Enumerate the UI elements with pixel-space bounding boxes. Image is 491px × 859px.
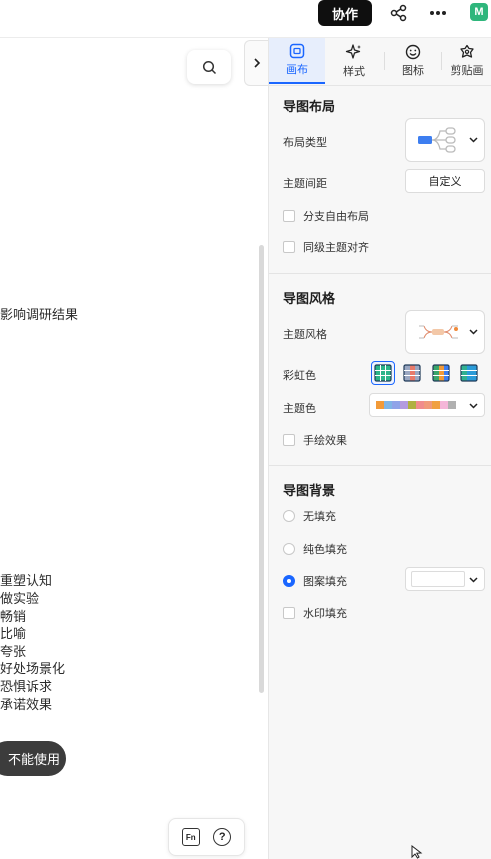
theme-color-swatch bbox=[424, 401, 432, 409]
mindmap-node[interactable]: 夸张 bbox=[0, 643, 26, 660]
pattern-preview bbox=[411, 571, 465, 587]
tab-label: 图标 bbox=[402, 65, 424, 77]
mindmap-node[interactable]: 畅销 bbox=[0, 608, 26, 625]
style-section-title: 导图风格 bbox=[283, 291, 336, 306]
mindmap-canvas[interactable]: 影响调研结果 重塑认知 做实验 畅销 比喻 夸张 好处场景化 恐惧诉求 承诺效果… bbox=[0, 38, 268, 859]
checkbox[interactable] bbox=[283, 210, 295, 222]
sibling-align-option[interactable]: 同级主题对齐 bbox=[283, 239, 369, 255]
theme-color-select[interactable] bbox=[369, 393, 485, 417]
mindmap-layout-preview bbox=[418, 127, 456, 153]
hand-drawn-option[interactable]: 手绘效果 bbox=[283, 432, 347, 448]
option-label: 手绘效果 bbox=[303, 435, 347, 447]
chevron-right-icon bbox=[253, 58, 260, 68]
theme-color-swatch bbox=[432, 401, 440, 409]
chevron-down-icon bbox=[469, 577, 478, 583]
mindmap-node[interactable]: 做实验 bbox=[0, 590, 39, 607]
option-label: 无填充 bbox=[303, 511, 336, 523]
topic-spacing-label: 主题间距 bbox=[283, 178, 327, 190]
layout-section-title: 导图布局 bbox=[283, 99, 336, 114]
layout-type-label: 布局类型 bbox=[283, 137, 327, 149]
theme-style-select[interactable] bbox=[405, 310, 485, 354]
pattern-fill-select[interactable] bbox=[405, 567, 485, 591]
pattern-fill-option[interactable]: 图案填充 bbox=[283, 573, 347, 589]
tab-style[interactable]: 样式 bbox=[326, 38, 382, 84]
smile-icon bbox=[405, 44, 421, 60]
theme-color-swatch bbox=[400, 401, 408, 409]
share-nodes-icon[interactable] bbox=[388, 3, 410, 23]
rainbow-option-3[interactable] bbox=[429, 361, 453, 385]
rainbow-option-2[interactable] bbox=[400, 361, 424, 385]
clipart-icon bbox=[460, 44, 474, 58]
chevron-down-icon bbox=[469, 403, 478, 409]
theme-color-label: 主题色 bbox=[283, 403, 316, 415]
theme-color-swatch bbox=[416, 401, 424, 409]
collaborate-button[interactable]: 协作 bbox=[318, 0, 372, 26]
option-label: 同级主题对齐 bbox=[303, 242, 369, 254]
top-bar: 协作 M bbox=[0, 0, 491, 38]
radio[interactable] bbox=[283, 543, 295, 555]
radio[interactable] bbox=[283, 510, 295, 522]
tab-label: 画布 bbox=[286, 64, 308, 76]
search-button[interactable] bbox=[187, 50, 231, 84]
section-divider bbox=[269, 273, 491, 274]
theme-color-swatch bbox=[408, 401, 416, 409]
mindmap-node[interactable]: 比喻 bbox=[0, 625, 26, 642]
bottom-toolbar: Fn ? bbox=[168, 818, 245, 856]
mindmap-node[interactable]: 重塑认知 bbox=[0, 572, 52, 589]
theme-style-label: 主题风格 bbox=[283, 329, 327, 341]
function-key-icon[interactable]: Fn bbox=[181, 828, 200, 846]
tab-icon[interactable]: 图标 bbox=[385, 38, 441, 84]
more-dots-icon[interactable] bbox=[427, 3, 449, 23]
checkbox[interactable] bbox=[283, 241, 295, 253]
chevron-down-icon bbox=[469, 329, 478, 335]
mindmap-node[interactable]: 恐惧诉求 bbox=[0, 678, 52, 695]
checkbox[interactable] bbox=[283, 607, 295, 619]
tab-label: 剪贴画 bbox=[450, 65, 484, 77]
rainbow-option-1[interactable] bbox=[371, 361, 395, 385]
background-section-title: 导图背景 bbox=[283, 483, 336, 498]
chevron-down-icon bbox=[469, 137, 478, 143]
option-label: 纯色填充 bbox=[303, 544, 347, 556]
mindmap-node[interactable]: 承诺效果 bbox=[0, 696, 52, 713]
mouse-cursor-icon bbox=[411, 845, 423, 859]
status-pill[interactable]: 不能使用 bbox=[0, 741, 66, 776]
theme-color-swatch bbox=[440, 401, 448, 409]
theme-color-swatch bbox=[384, 401, 392, 409]
layout-type-select[interactable] bbox=[405, 118, 485, 162]
theme-style-preview bbox=[419, 325, 458, 339]
canvas-icon bbox=[289, 43, 305, 59]
watermark-fill-option[interactable]: 水印填充 bbox=[283, 605, 347, 621]
rainbow-label: 彩虹色 bbox=[283, 370, 316, 382]
format-panel: 画布 样式 图标 剪贴画 导图布局 布局类型 主题间距 自定义 分支自由布局 同… bbox=[268, 38, 491, 859]
no-fill-option[interactable]: 无填充 bbox=[283, 508, 336, 524]
app-logo[interactable]: M bbox=[470, 3, 488, 21]
sparkle-icon bbox=[345, 44, 361, 59]
free-branch-layout-option[interactable]: 分支自由布局 bbox=[283, 208, 369, 224]
canvas-scrollbar[interactable] bbox=[259, 245, 264, 693]
rainbow-option-4[interactable] bbox=[457, 361, 481, 385]
panel-tabs: 画布 样式 图标 剪贴画 bbox=[269, 38, 491, 86]
solid-fill-option[interactable]: 纯色填充 bbox=[283, 541, 347, 557]
theme-color-swatch bbox=[376, 401, 384, 409]
theme-color-swatch bbox=[448, 401, 456, 409]
mindmap-node[interactable]: 好处场景化 bbox=[0, 660, 65, 677]
checkbox[interactable] bbox=[283, 434, 295, 446]
mindmap-node[interactable]: 影响调研结果 bbox=[0, 304, 78, 323]
option-label: 水印填充 bbox=[303, 608, 347, 620]
tab-clipart[interactable]: 剪贴画 bbox=[442, 38, 491, 84]
option-label: 分支自由布局 bbox=[303, 211, 369, 223]
tab-canvas[interactable]: 画布 bbox=[269, 38, 325, 84]
tab-label: 样式 bbox=[343, 66, 365, 78]
theme-color-swatch bbox=[392, 401, 400, 409]
panel-collapse-button[interactable] bbox=[244, 40, 268, 86]
option-label: 图案填充 bbox=[303, 576, 347, 588]
section-divider bbox=[269, 465, 491, 466]
search-icon bbox=[202, 60, 216, 74]
help-icon[interactable]: ? bbox=[213, 828, 232, 846]
custom-spacing-button[interactable]: 自定义 bbox=[405, 169, 485, 193]
radio-selected[interactable] bbox=[283, 575, 295, 587]
